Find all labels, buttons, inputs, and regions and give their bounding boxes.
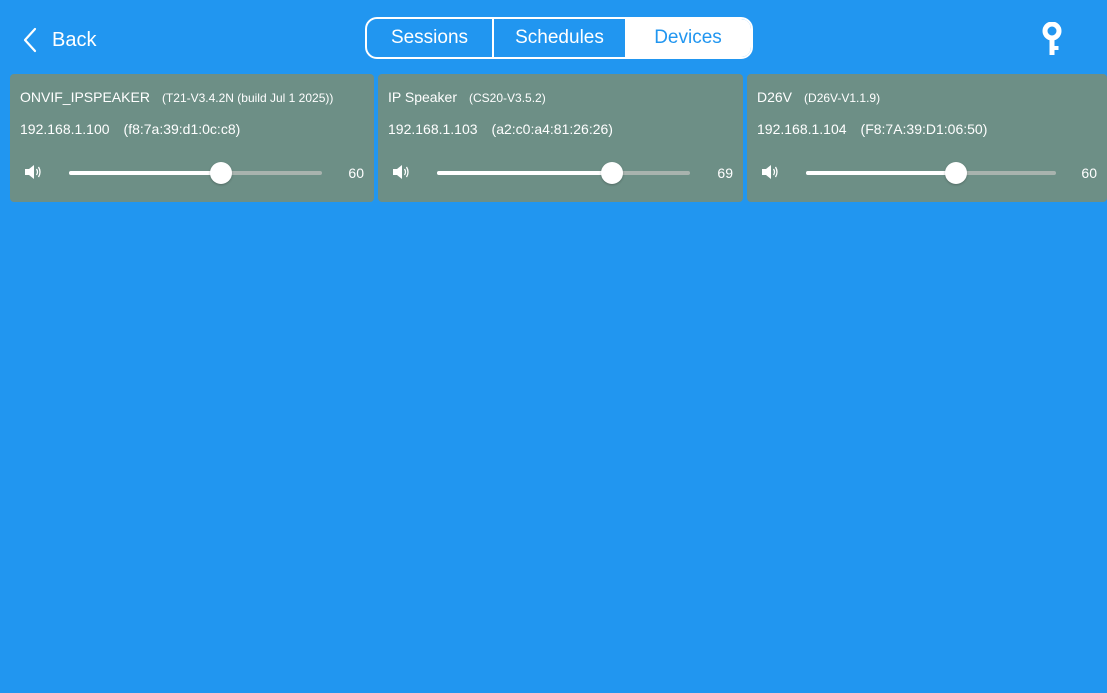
volume-icon bbox=[762, 165, 778, 179]
device-ip: 192.168.1.104 bbox=[757, 121, 847, 137]
volume-slider[interactable] bbox=[69, 162, 322, 184]
device-list: ONVIF_IPSPEAKER (T21-V3.4.2N (build Jul 1… bbox=[10, 74, 1107, 202]
volume-icon bbox=[25, 165, 41, 179]
volume-slider-fill bbox=[437, 171, 612, 175]
device-ip: 192.168.1.103 bbox=[388, 121, 478, 137]
key-icon bbox=[1042, 21, 1062, 55]
volume-value: 69 bbox=[717, 165, 733, 181]
volume-icon bbox=[393, 165, 409, 179]
volume-slider-fill bbox=[69, 171, 221, 175]
device-card[interactable]: IP Speaker (CS20-V3.5.2) 192.168.1.103 (a2… bbox=[378, 74, 743, 202]
key-button[interactable] bbox=[1040, 21, 1064, 58]
chevron-left-icon bbox=[23, 27, 37, 53]
tab-sessions[interactable]: Sessions bbox=[367, 19, 494, 57]
volume-value: 60 bbox=[348, 165, 364, 181]
device-mac: (F8:7A:39:D1:06:50) bbox=[860, 121, 988, 137]
tab-schedules[interactable]: Schedules bbox=[494, 19, 625, 57]
device-card[interactable]: ONVIF_IPSPEAKER (T21-V3.4.2N (build Jul 1… bbox=[10, 74, 374, 202]
volume-value: 60 bbox=[1081, 165, 1097, 181]
volume-slider-thumb[interactable] bbox=[209, 162, 232, 184]
device-name: IP Speaker bbox=[388, 89, 458, 105]
device-mac: (f8:7a:39:d1:0c:c8) bbox=[123, 121, 241, 137]
volume-slider[interactable] bbox=[806, 162, 1056, 184]
volume-slider-thumb[interactable] bbox=[945, 162, 967, 184]
device-firmware: (T21-V3.4.2N (build Jul 1 2025)) bbox=[161, 91, 334, 105]
device-name: D26V bbox=[757, 89, 793, 105]
device-card[interactable]: D26V (D26V-V1.1.9) 192.168.1.104 (F8:7A:39… bbox=[747, 74, 1107, 202]
device-firmware: (CS20-V3.5.2) bbox=[469, 91, 546, 105]
device-name: ONVIF_IPSPEAKER bbox=[20, 89, 150, 105]
tab-devices[interactable]: Devices bbox=[625, 19, 751, 57]
volume-slider[interactable] bbox=[437, 162, 690, 184]
tab-bar: Sessions Schedules Devices bbox=[365, 17, 753, 59]
device-ip: 192.168.1.100 bbox=[20, 121, 110, 137]
volume-slider-fill bbox=[806, 171, 956, 175]
top-bar: Back Sessions Schedules Devices bbox=[0, 0, 1107, 72]
device-mac: (a2:c0:a4:81:26:26) bbox=[491, 121, 613, 137]
volume-slider-thumb[interactable] bbox=[600, 162, 623, 184]
back-button[interactable]: Back bbox=[22, 22, 96, 58]
device-firmware: (D26V-V1.1.9) bbox=[804, 91, 881, 105]
back-label: Back bbox=[52, 28, 97, 51]
